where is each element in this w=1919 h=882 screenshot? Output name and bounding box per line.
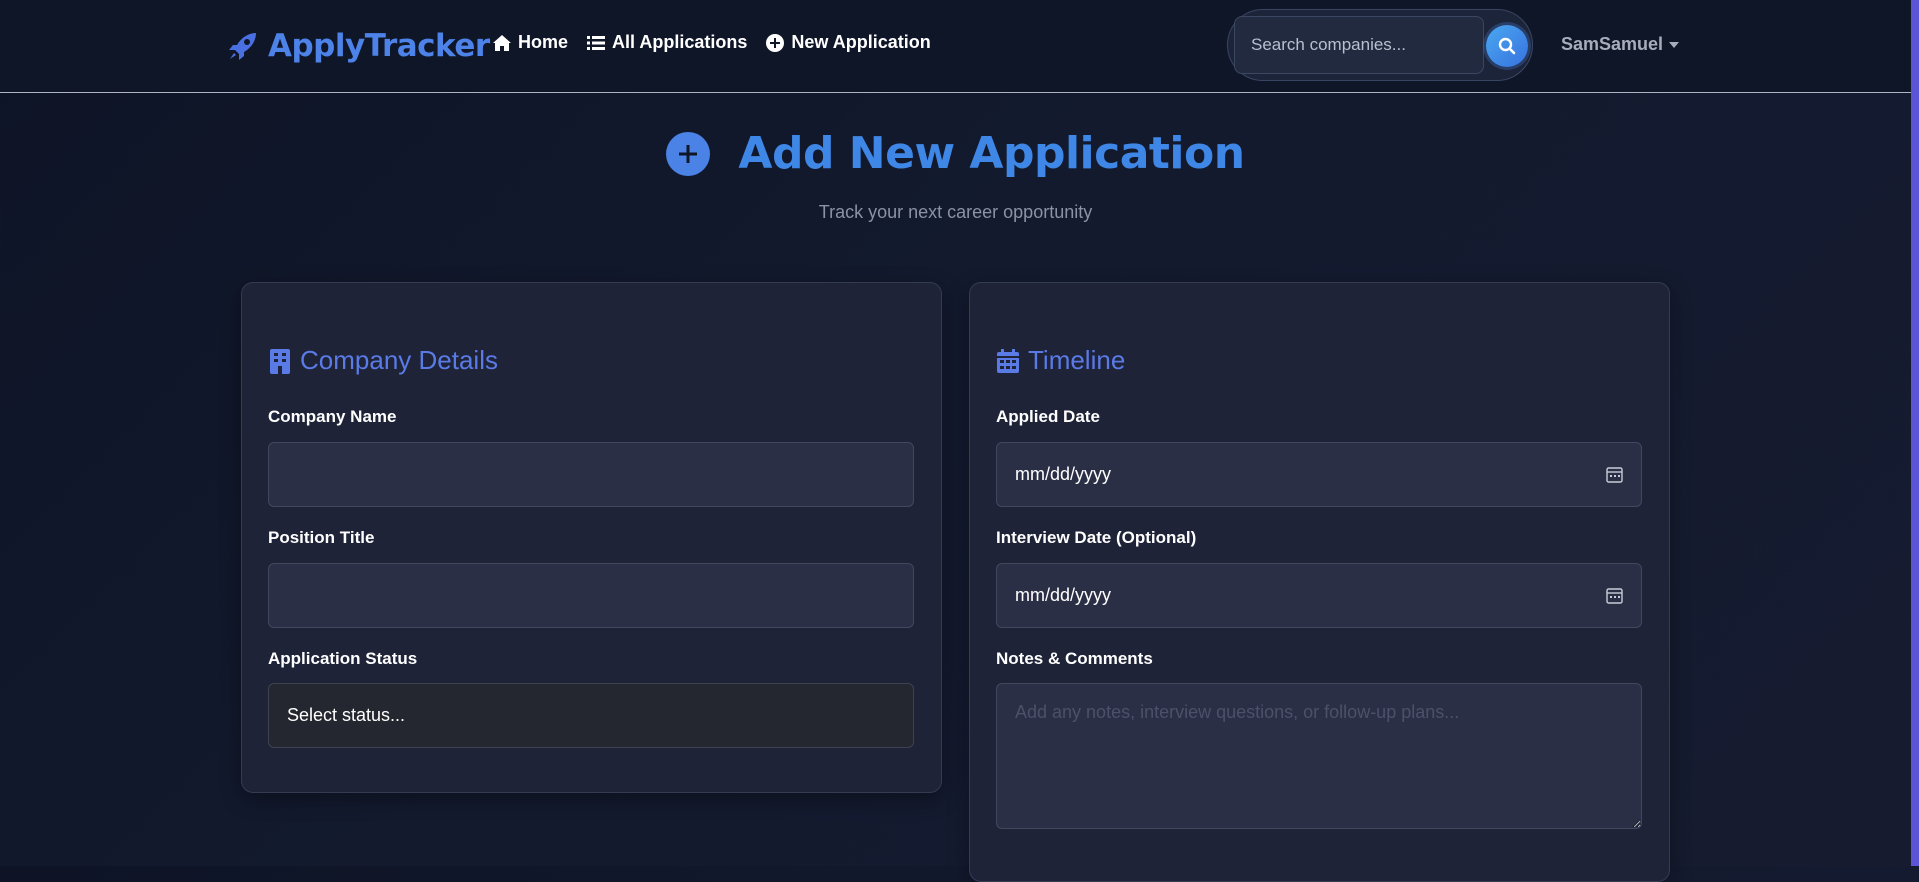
nav-all-applications-label: All Applications [612,32,748,52]
rocket-icon [229,33,256,60]
interview-date-value: mm/dd/yyyy [1015,585,1112,605]
applied-date-input[interactable]: mm/dd/yyyy [996,442,1642,507]
scrollbar[interactable] [1911,0,1919,866]
nav-new-application-label: New Application [791,32,931,52]
page-subtitle: Track your next career opportunity [818,202,1093,222]
search-form [1227,9,1533,81]
position-title-label: Position Title [268,528,375,547]
page-header: Add New Application [0,128,1911,179]
calendar-icon [997,348,1019,373]
search-button[interactable] [1486,25,1528,67]
company-details-heading: Company Details [300,345,498,375]
timeline-card: Timeline Applied Date mm/dd/yyyy Intervi… [969,282,1670,882]
timeline-heading: Timeline [1028,345,1126,375]
brand-name: ApplyTracker [268,28,490,64]
home-icon [493,34,511,51]
notes-label: Notes & Comments [996,649,1153,668]
nav-new-application[interactable]: New Application [765,32,931,53]
plus-circle-icon [766,33,785,52]
list-icon [587,35,606,50]
search-input[interactable] [1234,16,1484,74]
application-status-value: Select status... [287,705,406,725]
chevron-down-icon [1669,41,1680,48]
brand-logo[interactable]: ApplyTracker [226,26,490,66]
interview-date-input[interactable]: mm/dd/yyyy [996,563,1642,628]
company-name-input[interactable] [268,442,914,507]
application-status-select[interactable]: Select status... [268,683,914,748]
calendar-picker-icon[interactable] [1606,466,1623,483]
timeline-title: Timeline [996,345,1125,376]
user-menu[interactable]: SamSamuel [1561,34,1680,55]
application-status-label: Application Status [268,649,418,668]
calendar-picker-icon[interactable] [1606,587,1623,604]
applied-date-value: mm/dd/yyyy [1015,464,1112,484]
navbar: ApplyTracker Home All Applications New A… [0,0,1911,93]
username: SamSamuel [1561,34,1664,54]
search-icon [1498,37,1516,55]
building-icon [270,348,290,374]
company-details-title: Company Details [268,345,498,376]
applied-date-label: Applied Date [996,407,1100,426]
company-name-label: Company Name [268,407,397,426]
nav-links: Home All Applications New Application [492,32,931,53]
position-title-input[interactable] [268,563,914,628]
nav-home[interactable]: Home [492,32,568,53]
interview-date-label: Interview Date (Optional) [996,528,1197,547]
company-details-card: Company Details Company Name Position Ti… [241,282,942,793]
nav-home-label: Home [518,32,569,52]
page-title: Add New Application [738,128,1245,179]
nav-all-applications[interactable]: All Applications [586,32,747,53]
notes-textarea[interactable] [996,683,1642,829]
plus-circle-icon [666,131,711,176]
